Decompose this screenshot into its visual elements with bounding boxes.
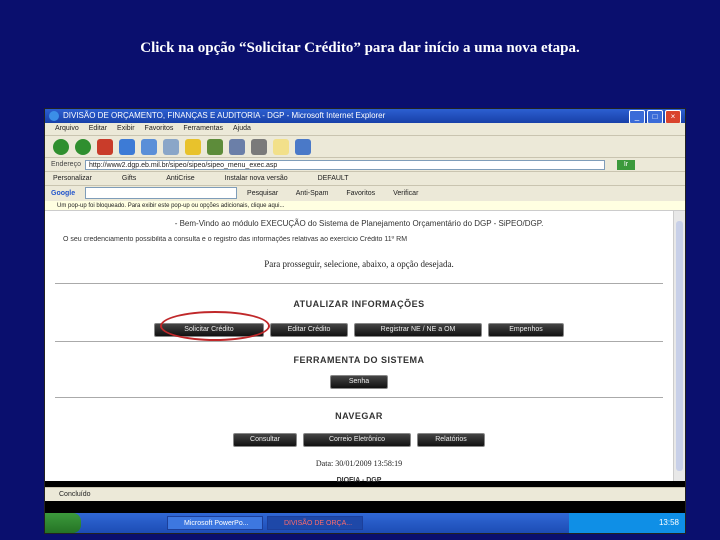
links-item[interactable]: DEFAULT [318, 175, 349, 182]
editar-credito-button[interactable]: Editar Crédito [270, 323, 348, 337]
welcome-text: - Bem-Vindo ao módulo EXECUÇÃO do Sistem… [174, 219, 544, 228]
google-toolbar-item[interactable]: Pesquisar [247, 190, 278, 197]
section-title-navegar: NAVEGAR [335, 411, 383, 421]
google-toolbar-item[interactable]: Anti-Spam [296, 190, 329, 197]
ferramenta-buttons: Senha [45, 375, 673, 389]
registrar-ne-button[interactable]: Registrar NE / NE a OM [354, 323, 482, 337]
minimize-button[interactable]: _ [629, 110, 645, 123]
close-button[interactable]: × [665, 110, 681, 123]
slide-caption: Click na opção “Solicitar Crédito” para … [140, 40, 580, 56]
section-title-atualizar: ATUALIZAR INFORMAÇÕES [293, 299, 425, 309]
address-bar: Endereço http://www2.dgp.eb.mil.br/sipeo… [45, 157, 685, 171]
divider [55, 397, 663, 398]
refresh-icon[interactable] [119, 138, 135, 155]
edit-icon[interactable] [273, 138, 289, 155]
stop-icon[interactable] [97, 138, 113, 155]
browser-toolbar [45, 135, 685, 157]
navegar-buttons: Consultar Correio Eletrônico Relatórios [45, 433, 673, 447]
history-icon[interactable] [207, 138, 223, 155]
menu-bar: Arquivo Editar Exibir Favoritos Ferramen… [45, 123, 685, 135]
windows-taskbar: Microsoft PowerPo... DIVISÃO DE ORÇA... … [45, 513, 685, 533]
messenger-icon[interactable] [295, 138, 311, 155]
divider [55, 283, 663, 284]
system-tray: 13:58 [569, 513, 685, 533]
mail-icon[interactable] [229, 138, 245, 155]
google-search-input[interactable] [85, 187, 238, 200]
google-toolbar: Google Pesquisar Anti-Spam Favoritos Ver… [45, 185, 685, 202]
back-icon[interactable] [53, 138, 69, 155]
links-item[interactable]: Personalizar [53, 175, 92, 182]
relatorios-button[interactable]: Relatórios [417, 433, 485, 447]
footer-org: DIOFIA - DGP [336, 477, 382, 484]
instruction-text: Para prosseguir, selecione, abaixo, a op… [264, 259, 454, 269]
popup-blocked-infobar[interactable]: Um pop-up foi bloqueado. Para exibir est… [45, 201, 685, 211]
home-icon[interactable] [141, 138, 157, 155]
taskbar-clock: 13:58 [658, 518, 679, 527]
browser-screenshot: DIVISÃO DE ORÇAMENTO, FINANÇAS E AUDITOR… [44, 108, 686, 534]
start-button[interactable] [45, 513, 81, 533]
menu-file[interactable]: Arquivo [55, 123, 79, 135]
vertical-scrollbar[interactable] [673, 211, 685, 481]
window-controls: _ □ × [629, 110, 681, 123]
section-title-ferramenta: FERRAMENTA DO SISTEMA [293, 355, 425, 365]
correio-eletronico-button[interactable]: Correio Eletrônico [303, 433, 411, 447]
page-content: - Bem-Vindo ao módulo EXECUÇÃO do Sistem… [45, 211, 673, 484]
links-item[interactable]: Instalar nova versão [225, 175, 288, 182]
favorites-star-icon[interactable] [185, 138, 201, 155]
go-button[interactable]: Ir [617, 160, 635, 170]
senha-button[interactable]: Senha [330, 375, 388, 389]
credential-notice: O seu credenciamento possibilita a consu… [63, 236, 408, 243]
print-icon[interactable] [251, 138, 267, 155]
links-item[interactable]: Gifts [122, 175, 136, 182]
google-toolbar-item[interactable]: Favoritos [346, 190, 375, 197]
links-toolbar: Personalizar Gifts AntiCrise Instalar no… [45, 171, 685, 186]
menu-help[interactable]: Ajuda [233, 123, 251, 135]
highlight-circle [160, 311, 270, 341]
google-toolbar-item[interactable]: Verificar [393, 190, 418, 197]
atualizar-buttons: Solicitar Crédito Editar Crédito Registr… [45, 323, 673, 337]
scrollbar-thumb[interactable] [676, 221, 683, 471]
address-label: Endereço [51, 161, 81, 168]
empenhos-button[interactable]: Empenhos [488, 323, 564, 337]
window-titlebar: DIVISÃO DE ORÇAMENTO, FINANÇAS E AUDITOR… [45, 109, 685, 123]
forward-icon[interactable] [75, 138, 91, 155]
taskbar-app-powerpoint[interactable]: Microsoft PowerPo... [167, 516, 263, 530]
search-icon[interactable] [163, 138, 179, 155]
links-item[interactable]: AntiCrise [166, 175, 194, 182]
consultar-button[interactable]: Consultar [233, 433, 297, 447]
address-input[interactable]: http://www2.dgp.eb.mil.br/sipeo/sipeo/si… [85, 160, 605, 170]
taskbar-app-ie[interactable]: DIVISÃO DE ORÇA... [267, 516, 363, 530]
window-title: DIVISÃO DE ORÇAMENTO, FINANÇAS E AUDITOR… [63, 111, 386, 120]
menu-edit[interactable]: Editar [89, 123, 107, 135]
date-line: Data: 30/01/2009 13:58:19 [315, 459, 403, 468]
status-bar: Concluído [45, 487, 685, 501]
maximize-button[interactable]: □ [647, 110, 663, 123]
menu-view[interactable]: Exibir [117, 123, 135, 135]
menu-favorites[interactable]: Favoritos [145, 123, 174, 135]
google-logo: Google [51, 190, 76, 197]
internet-explorer-icon [49, 111, 59, 121]
menu-tools[interactable]: Ferramentas [183, 123, 223, 135]
divider [55, 341, 663, 342]
